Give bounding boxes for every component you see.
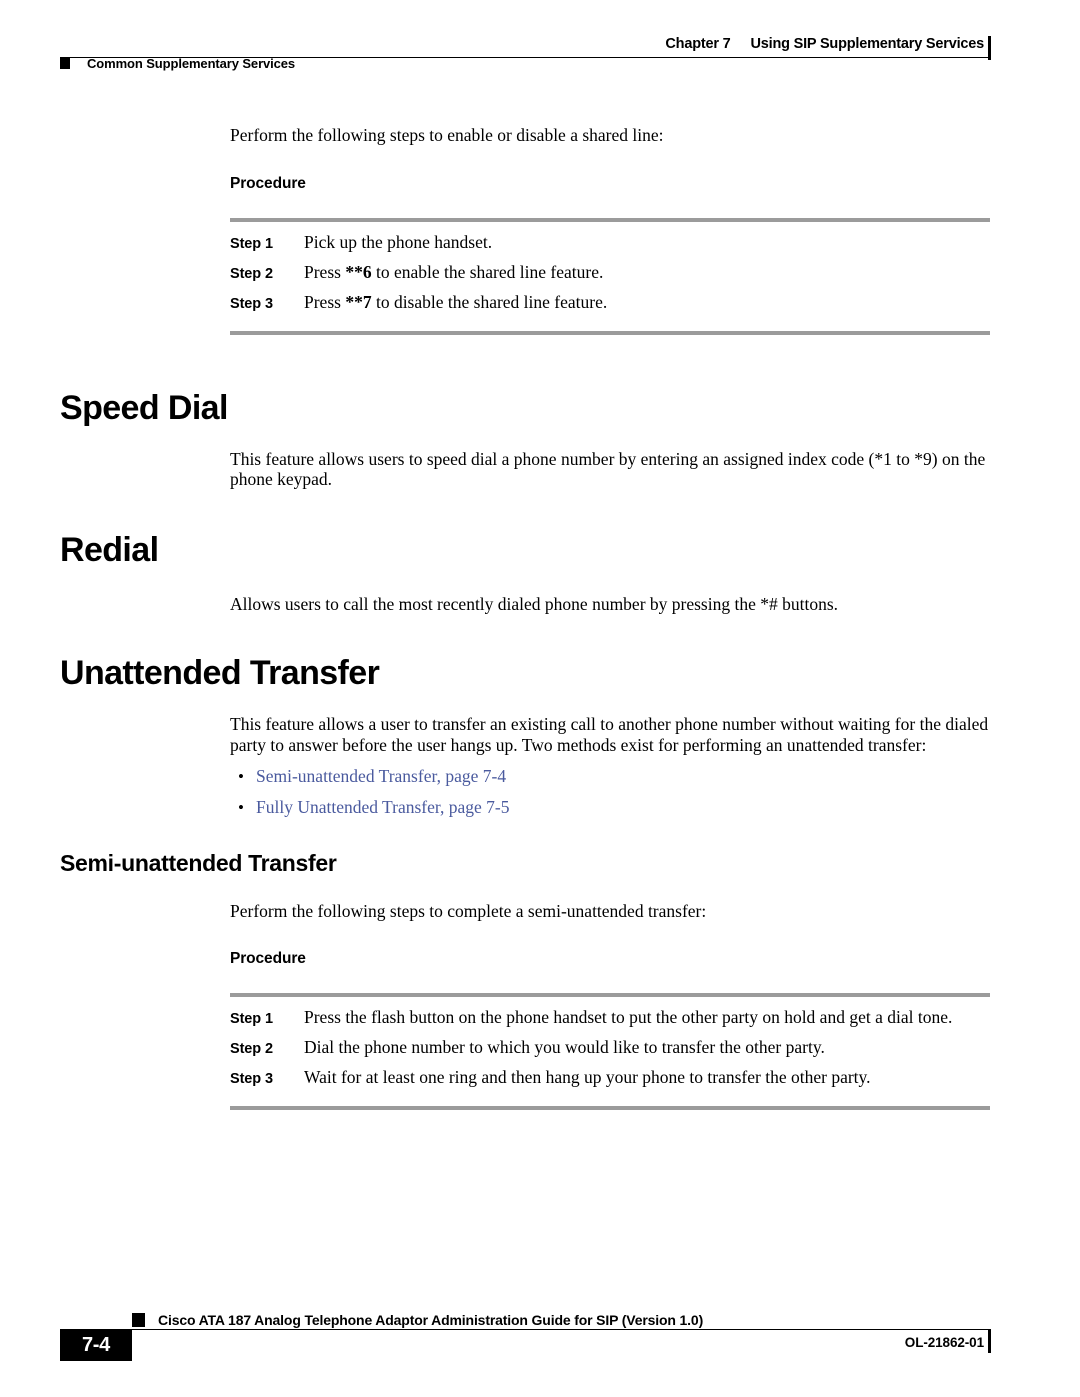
step-label: Step 3 <box>230 295 273 312</box>
heading-speed-dial: Speed Dial <box>60 388 228 427</box>
procedure-label-2: Procedure <box>230 949 306 967</box>
procedure-1-steps: Step 1 Pick up the phone handset. Step 2… <box>230 232 992 312</box>
procedure-2-top-rule <box>230 992 990 997</box>
header-chapter-info: Chapter 7 Using SIP Supplementary Service… <box>665 36 984 52</box>
header-section-info: Common Supplementary Services <box>60 56 295 71</box>
cross-reference-link-semi-unattended[interactable]: Semi-unattended Transfer, page 7-4 <box>256 761 506 791</box>
step-text: Pick up the phone handset. <box>304 231 493 252</box>
heading-unattended-transfer: Unattended Transfer <box>60 654 380 692</box>
footer-document-title: Cisco ATA 187 Analog Telephone Adaptor A… <box>158 1312 704 1328</box>
step-row: Step 2 Dial the phone number to which yo… <box>230 1037 992 1057</box>
step-row: Step 3 Press **7 to disable the shared l… <box>230 292 992 312</box>
procedure-2-steps: Step 1 Press the flash button on the pho… <box>230 1007 992 1087</box>
footer-rule <box>60 1329 990 1330</box>
procedure-2-block: Procedure Step 1 Press the flash button … <box>0 950 1080 1110</box>
step-text: Press **6 to enable the shared line feat… <box>304 261 604 282</box>
procedure-label-1: Procedure <box>230 174 306 192</box>
semi-unattended-intro-text: Perform the following steps to complete … <box>230 901 707 921</box>
black-square-marker-icon <box>132 1313 145 1327</box>
list-item: • Fully Unattended Transfer, page 7-5 <box>230 792 992 823</box>
step-text: Wait for at least one ring and then hang… <box>304 1066 871 1087</box>
page-number-badge: 7-4 <box>60 1330 132 1361</box>
step-label: Step 1 <box>230 235 273 252</box>
step-text: Press **7 to disable the shared line fea… <box>304 291 608 312</box>
speed-dial-body-block: This feature allows users to speed dial … <box>0 449 1080 490</box>
step-row: Step 2 Press **6 to enable the shared li… <box>230 262 992 282</box>
header-section-title: Common Supplementary Services <box>87 56 296 71</box>
header-chapter-number: Chapter 7 <box>665 36 731 52</box>
step-row: Step 1 Press the flash button on the pho… <box>230 1007 992 1027</box>
unattended-transfer-body-text: This feature allows a user to transfer a… <box>230 714 989 755</box>
footer-doc-id: OL-21862-01 <box>904 1335 984 1350</box>
procedure-2-bottom-rule <box>230 1105 990 1110</box>
bullet-icon: • <box>238 767 244 786</box>
step-label: Step 1 <box>230 1010 273 1027</box>
step-text: Press the flash button on the phone hand… <box>304 1006 953 1027</box>
shared-line-intro-text: Perform the following steps to enable or… <box>230 125 664 145</box>
procedure-1-block: Procedure Step 1 Pick up the phone hands… <box>0 175 1080 335</box>
unattended-transfer-body-block: This feature allows a user to transfer a… <box>0 714 1080 823</box>
step-text: Dial the phone number to which you would… <box>304 1036 825 1057</box>
step-label: Step 2 <box>230 265 273 282</box>
step-row: Step 1 Pick up the phone handset. <box>230 232 992 252</box>
semi-unattended-intro-block: Perform the following steps to complete … <box>0 901 1080 922</box>
procedure-1-bottom-rule <box>230 330 990 335</box>
redial-body-text: Allows users to call the most recently d… <box>230 593 839 614</box>
redial-body-block: Allows users to call the most recently d… <box>0 594 1080 615</box>
black-square-marker-icon <box>60 58 70 69</box>
cross-reference-link-fully-unattended[interactable]: Fully Unattended Transfer, page 7-5 <box>256 792 510 822</box>
heading-redial: Redial <box>60 530 159 569</box>
bullet-icon: • <box>238 798 244 817</box>
step-label: Step 2 <box>230 1040 273 1057</box>
page-footer: Cisco ATA 187 Analog Telephone Adaptor A… <box>0 1287 1080 1397</box>
step-row: Step 3 Wait for at least one ring and th… <box>230 1067 992 1087</box>
list-item: • Semi-unattended Transfer, page 7-4 <box>230 761 992 792</box>
speed-dial-body-text: This feature allows users to speed dial … <box>230 448 986 490</box>
footer-rule-end-tick <box>988 1329 991 1353</box>
page-header: Chapter 7 Using SIP Supplementary Service… <box>0 0 1080 90</box>
heading-semi-unattended-transfer: Semi-unattended Transfer <box>60 850 337 876</box>
procedure-1-top-rule <box>230 217 990 222</box>
document-page: Chapter 7 Using SIP Supplementary Service… <box>0 0 1080 1397</box>
header-rule-end-tick <box>988 36 991 60</box>
shared-line-intro-block: Perform the following steps to enable or… <box>0 125 1080 146</box>
header-chapter-title: Using SIP Supplementary Services <box>750 36 985 52</box>
step-label: Step 3 <box>230 1070 273 1087</box>
cross-reference-list: • Semi-unattended Transfer, page 7-4 • F… <box>230 761 992 823</box>
page-content: Perform the following steps to enable or… <box>0 125 1080 1110</box>
